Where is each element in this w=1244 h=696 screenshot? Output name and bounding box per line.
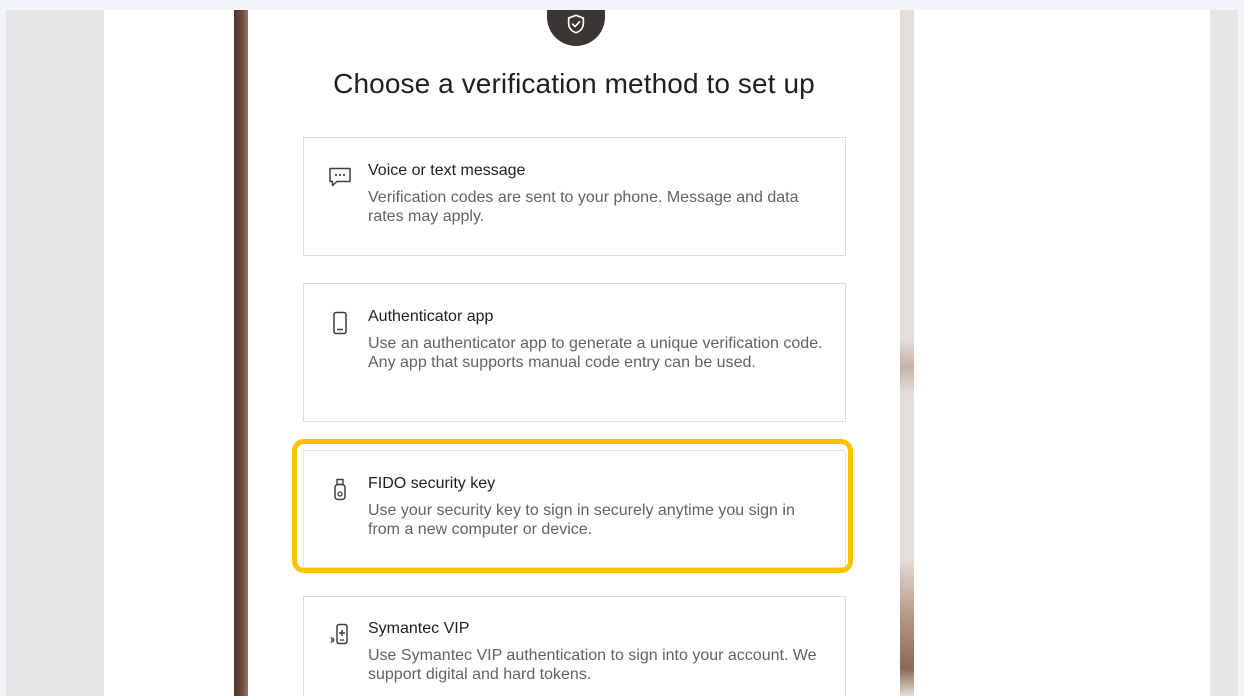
option-description: Use an authenticator app to generate a u…: [368, 335, 823, 371]
option-title: Voice or text message: [368, 162, 526, 179]
option-fido-security-key[interactable]: FIDO security key Use your security key …: [303, 450, 846, 568]
option-voice-or-text[interactable]: Voice or text message Verification codes…: [303, 137, 846, 256]
option-description: Use Symantec VIP authentication to sign …: [368, 647, 817, 683]
page-title: Choose a verification method to set up: [333, 68, 815, 99]
screen: Choose a verification method to set up V…: [0, 0, 1244, 696]
token-icon: [326, 621, 354, 649]
option-description: Use your security key to sign in securel…: [368, 502, 795, 538]
phone-icon: [326, 309, 354, 337]
shield-badge: [547, 10, 605, 46]
option-title: FIDO security key: [368, 475, 496, 492]
option-symantec-vip[interactable]: Symantec VIP Use Symantec VIP authentica…: [303, 596, 846, 696]
shield-check-icon: [567, 14, 585, 34]
option-description: Verification codes are sent to your phon…: [368, 189, 799, 225]
option-title: Symantec VIP: [368, 620, 470, 637]
option-authenticator-app[interactable]: Authenticator app Use an authenticator a…: [303, 283, 846, 422]
page-background: Choose a verification method to set up V…: [104, 10, 1210, 696]
usb-key-icon: [326, 476, 354, 504]
verification-panel: Choose a verification method to set up V…: [248, 10, 900, 696]
browser-viewport: Choose a verification method to set up V…: [6, 10, 1238, 696]
option-title: Authenticator app: [368, 308, 494, 325]
message-icon: [326, 163, 354, 191]
